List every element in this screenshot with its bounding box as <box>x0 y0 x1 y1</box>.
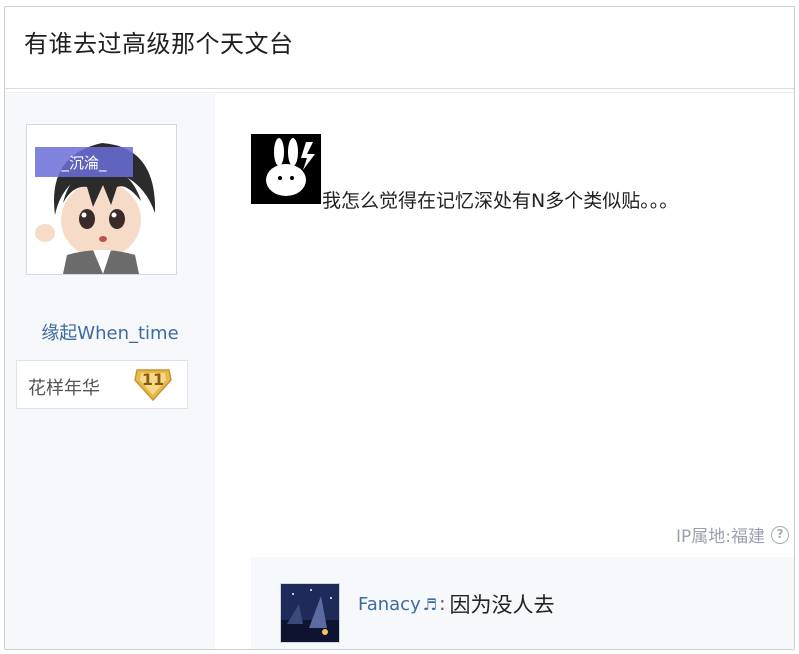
author-username[interactable]: 缘起When_time <box>5 319 215 345</box>
thread-title: 有谁去过高级那个天文台 <box>24 30 294 58</box>
bunny-emoticon <box>251 134 321 204</box>
reply-username[interactable]: Fanacy <box>358 594 421 615</box>
post-content: 我怎么觉得在记忆深处有N多个类似贴。。。 IP属地:福建 ? Fanacy ♬ … <box>215 94 794 649</box>
reply-item: Fanacy ♬ : 因为没人去 <box>358 589 554 619</box>
reply-separator: : <box>439 593 446 615</box>
level-shield-icon: 11 <box>133 366 173 402</box>
post-body-text: 我怎么觉得在记忆深处有N多个类似贴。。。 <box>322 190 679 212</box>
badge-label: 花样年华 <box>28 378 100 399</box>
badge-level-number: 11 <box>141 370 165 389</box>
avatar-image <box>27 125 176 274</box>
reply-user-avatar[interactable] <box>280 583 340 643</box>
user-level-badge[interactable]: 花样年华 11 <box>16 360 188 409</box>
reply-list: Fanacy ♬ : 因为没人去 <box>251 557 794 649</box>
post-frame: 有谁去过高级那个天文台 _沉淪_ 缘起When_time 花样年华 11 我怎么… <box>4 6 795 650</box>
reply-text: 因为没人去 <box>449 593 555 617</box>
author-sidebar: _沉淪_ 缘起When_time 花样年华 11 <box>5 94 215 649</box>
thread-header: 有谁去过高级那个天文台 <box>5 7 794 93</box>
ip-location-text: IP属地:福建 <box>676 527 765 547</box>
author-avatar[interactable]: _沉淪_ <box>26 124 177 275</box>
avatar-label: _沉淪_ <box>61 154 107 172</box>
question-circle-icon[interactable]: ? <box>771 525 789 544</box>
music-note-icon: ♬ <box>422 594 438 614</box>
ip-location: IP属地:福建 ? <box>676 522 789 547</box>
